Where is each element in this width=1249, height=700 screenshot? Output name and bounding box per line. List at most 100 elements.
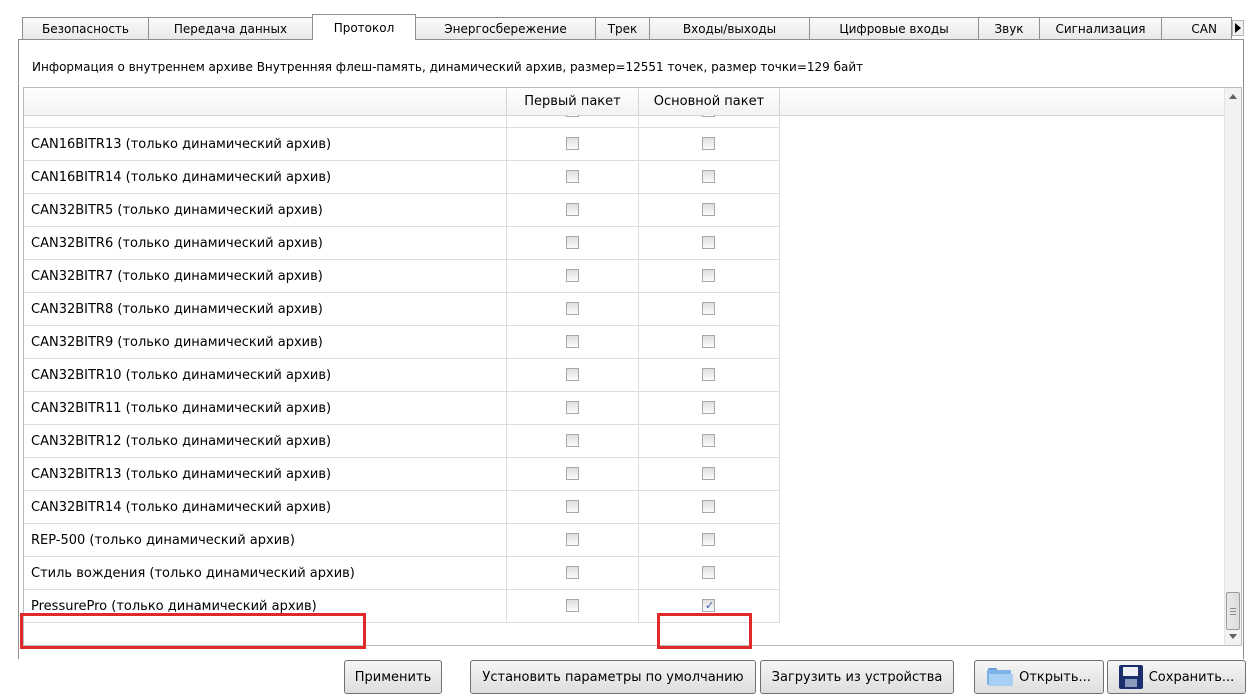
row-filler: [780, 194, 1224, 227]
grip-line: [1230, 608, 1236, 609]
first-packet-cell: [507, 359, 639, 392]
main-packet-checkbox[interactable]: [702, 236, 715, 249]
row-filler: [780, 326, 1224, 359]
main-packet-cell: [639, 115, 780, 128]
apply-button[interactable]: Применить: [344, 660, 442, 694]
table-row: CAN32BITR6 (только динамический архив): [24, 227, 1224, 260]
tab-power-saving[interactable]: Энергосбережение: [415, 17, 596, 39]
row-filler: [780, 458, 1224, 491]
main-packet-checkbox[interactable]: [702, 269, 715, 282]
scroll-up-icon[interactable]: [1229, 94, 1237, 99]
first-packet-cell: [507, 425, 639, 458]
table-row: CAN32BITR9 (только динамический архив): [24, 326, 1224, 359]
vertical-scrollbar[interactable]: [1224, 88, 1241, 645]
main-packet-checkbox[interactable]: [702, 434, 715, 447]
row-name: Стиль вождения (только динамический архи…: [24, 557, 507, 590]
first-packet-checkbox[interactable]: [565, 115, 579, 117]
row-name: CAN32BITR11 (только динамический архив): [24, 392, 507, 425]
table-row: CAN16BITR13 (только динамический архив): [24, 128, 1224, 161]
main-packet-cell: [639, 128, 780, 161]
first-packet-cell: [507, 161, 639, 194]
first-packet-checkbox[interactable]: [565, 302, 579, 315]
first-packet-cell: [507, 260, 639, 293]
main-packet-cell: [639, 260, 780, 293]
first-packet-cell: [507, 524, 639, 557]
main-packet-checkbox[interactable]: [702, 566, 715, 579]
table-row: Стиль вождения (только динамический архи…: [24, 557, 1224, 590]
first-packet-checkbox[interactable]: [565, 203, 579, 216]
column-header-first-packet[interactable]: Первый пакет: [507, 88, 639, 115]
main-packet-checkbox[interactable]: [702, 170, 715, 183]
tab-track[interactable]: Трек: [595, 17, 650, 39]
tab-inputs-outputs[interactable]: Входы/выходы: [649, 17, 810, 39]
row-name: [24, 115, 507, 128]
first-packet-cell: [507, 557, 639, 590]
row-name: PressurePro (только динамический архив): [24, 590, 507, 623]
first-packet-cell: [507, 115, 639, 128]
tab-can[interactable]: CAN: [1161, 17, 1232, 39]
first-packet-checkbox[interactable]: [565, 533, 579, 546]
first-packet-cell: [507, 194, 639, 227]
main-packet-cell: [639, 359, 780, 392]
row-filler: [780, 425, 1224, 458]
main-packet-checkbox[interactable]: [702, 401, 715, 414]
tab-sound[interactable]: Звук: [978, 17, 1040, 39]
table-row: CAN32BITR13 (только динамический архив): [24, 458, 1224, 491]
main-packet-checkbox[interactable]: [702, 137, 715, 150]
first-packet-checkbox[interactable]: [565, 170, 579, 183]
row-name: CAN32BITR8 (только динамический архив): [24, 293, 507, 326]
row-filler: [780, 260, 1224, 293]
main-packet-cell: [639, 194, 780, 227]
tab-bar: Безопасность Передача данных Протокол Эн…: [22, 14, 1244, 40]
scroll-down-icon[interactable]: [1229, 634, 1237, 639]
floppy-disk-icon: [1118, 665, 1143, 689]
first-packet-checkbox[interactable]: [565, 500, 579, 513]
row-name: CAN32BITR5 (только динамический архив): [24, 194, 507, 227]
grid-header: Первый пакет Основной пакет: [24, 88, 1224, 116]
column-header-main-packet[interactable]: Основной пакет: [639, 88, 780, 115]
first-packet-checkbox[interactable]: [565, 566, 579, 579]
first-packet-checkbox[interactable]: [565, 599, 579, 612]
grid-rows: CAN16BITR13 (только динамический архив) C…: [24, 115, 1224, 645]
main-packet-checkbox[interactable]: [702, 533, 715, 546]
table-row: CAN32BITR8 (только динамический архив): [24, 293, 1224, 326]
tab-scroll-right-button[interactable]: [1232, 20, 1244, 36]
tab-data-transfer[interactable]: Передача данных: [148, 17, 313, 39]
tab-security[interactable]: Безопасность: [22, 17, 149, 39]
main-packet-checkbox[interactable]: [702, 302, 715, 315]
first-packet-checkbox[interactable]: [565, 467, 579, 480]
set-defaults-button[interactable]: Установить параметры по умолчанию: [470, 660, 756, 694]
main-packet-checkbox[interactable]: [702, 368, 715, 381]
tab-alarm[interactable]: Сигнализация: [1039, 17, 1162, 39]
main-packet-checkbox[interactable]: ✓: [702, 599, 715, 612]
main-packet-checkbox[interactable]: [702, 335, 715, 348]
load-from-device-button[interactable]: Загрузить из устройства: [760, 660, 954, 694]
first-packet-checkbox[interactable]: [565, 401, 579, 414]
main-packet-cell: [639, 524, 780, 557]
save-button[interactable]: Сохранить...: [1107, 660, 1246, 694]
main-packet-checkbox[interactable]: [702, 467, 715, 480]
tab-digital-inputs[interactable]: Цифровые входы: [809, 17, 979, 39]
row-name: CAN32BITR7 (только динамический архив): [24, 260, 507, 293]
first-packet-cell: [507, 293, 639, 326]
first-packet-checkbox[interactable]: [565, 335, 579, 348]
first-packet-cell: [507, 392, 639, 425]
row-filler: [780, 128, 1224, 161]
first-packet-checkbox[interactable]: [565, 434, 579, 447]
first-packet-checkbox[interactable]: [565, 236, 579, 249]
first-packet-checkbox[interactable]: [565, 137, 579, 150]
scroll-thumb[interactable]: [1226, 592, 1240, 630]
main-packet-cell: [639, 227, 780, 260]
main-packet-checkbox[interactable]: [702, 115, 715, 117]
main-packet-checkbox[interactable]: [702, 500, 715, 513]
row-filler: [780, 227, 1224, 260]
table-row: [24, 115, 1224, 128]
first-packet-checkbox[interactable]: [565, 368, 579, 381]
row-name: CAN16BITR13 (только динамический архив): [24, 128, 507, 161]
tab-protocol[interactable]: Протокол: [312, 14, 416, 40]
first-packet-cell: [507, 458, 639, 491]
main-packet-checkbox[interactable]: [702, 203, 715, 216]
open-button[interactable]: Открыть...: [974, 660, 1104, 694]
first-packet-checkbox[interactable]: [565, 269, 579, 282]
first-packet-cell: [507, 326, 639, 359]
